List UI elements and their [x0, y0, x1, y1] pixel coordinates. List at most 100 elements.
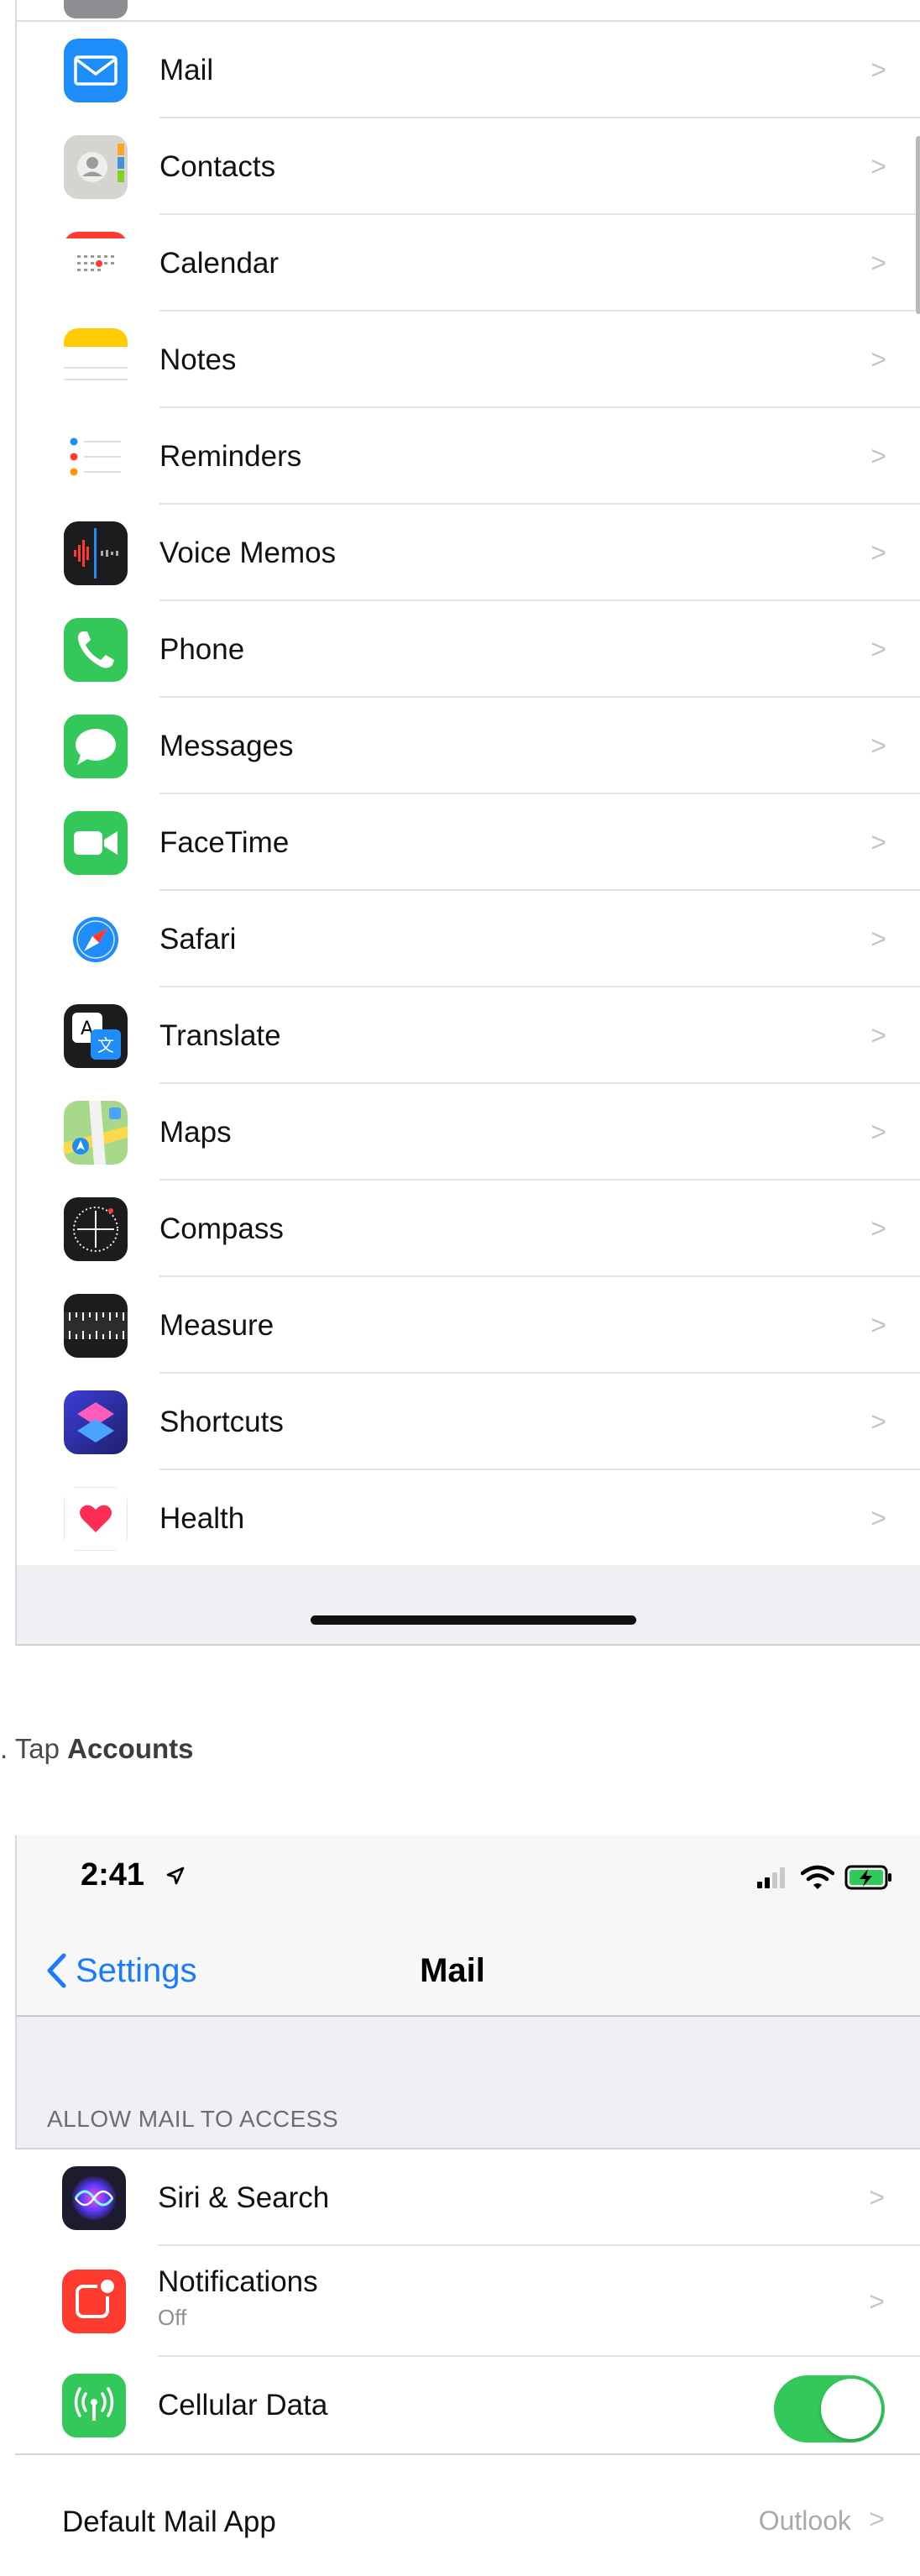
cellular-data-label: Cellular Data [158, 2389, 328, 2422]
compass-icon [64, 1197, 128, 1261]
contacts-icon [64, 135, 128, 199]
allow-access-group: Siri & Search > Notifications Off > Cell… [15, 2148, 920, 2455]
navigation-bar: Settings Mail [17, 1924, 920, 2017]
settings-row-label: Reminders [159, 440, 302, 473]
chevron-right-icon: > [870, 634, 886, 664]
default-mail-app-label: Default Mail App [62, 2505, 276, 2538]
default-mail-app-row[interactable]: Default Mail App Outlook > [15, 2453, 920, 2576]
settings-row-health[interactable]: Health > [17, 1470, 920, 1567]
settings-row-messages[interactable]: Messages > [17, 698, 920, 794]
status-time: 2:41 [81, 1857, 145, 1893]
instruction-text: . Tap Accounts [0, 1733, 193, 1765]
battery-charging-icon [844, 1865, 891, 1890]
notifications-icon [62, 2270, 126, 2333]
cellular-data-toggle[interactable] [774, 2375, 885, 2442]
translate-icon: A文 [64, 1004, 128, 1068]
facetime-icon [64, 811, 128, 875]
shortcuts-icon [64, 1390, 128, 1454]
chevron-right-icon: > [870, 1503, 886, 1533]
chevron-right-icon: > [870, 248, 886, 278]
settings-screen: Mail > Contacts > Calendar > Notes > Reminders > V… [15, 0, 920, 1646]
location-arrow-icon [166, 1867, 185, 1885]
chevron-right-icon: > [870, 1310, 886, 1340]
settings-row-translate[interactable]: A 文 Translate > [17, 987, 920, 1084]
settings-row-label: Notes [159, 343, 237, 376]
settings-row-label: Mail [159, 54, 214, 86]
settings-row-label: Phone [159, 633, 245, 666]
cellular-signal-icon [757, 1867, 785, 1888]
home-indicator[interactable] [311, 1615, 636, 1625]
list-footer [17, 1565, 920, 1644]
default-mail-app-value: Outlook [758, 2505, 851, 2536]
settings-row-label: Contacts [159, 150, 276, 183]
chevron-right-icon: > [870, 55, 886, 85]
svg-text:文: 文 [97, 1035, 114, 1055]
calendar-icon [64, 232, 128, 296]
settings-row-label: Health [159, 1502, 245, 1535]
settings-row-label: Maps [159, 1116, 232, 1149]
chevron-right-icon: > [870, 1020, 886, 1050]
chevron-right-icon: > [869, 2182, 885, 2212]
voice-memos-icon [64, 521, 128, 585]
siri-icon [62, 2166, 126, 2230]
section-header: ALLOW MAIL TO ACCESS [47, 2106, 339, 2132]
maps-icon [64, 1101, 128, 1165]
notes-icon [64, 328, 128, 392]
previous-row-stub [17, 0, 920, 22]
settings-row-contacts[interactable]: Contacts > [17, 118, 920, 215]
chevron-right-icon: > [870, 924, 886, 954]
settings-row-label: Measure [159, 1309, 274, 1342]
messages-icon [64, 715, 128, 778]
settings-row-label: Shortcuts [159, 1406, 284, 1438]
settings-row-reminders[interactable]: Reminders > [17, 408, 920, 505]
settings-row-label: Compass [159, 1212, 284, 1245]
toggle-knob [821, 2379, 881, 2439]
settings-row-facetime[interactable]: FaceTime > [17, 794, 920, 891]
settings-row-label: Voice Memos [159, 537, 337, 569]
status-bar: 2:41 [17, 1835, 920, 1924]
cellular-data-icon [62, 2374, 126, 2437]
mail-icon [64, 39, 128, 102]
siri-search-label: Siri & Search [158, 2181, 330, 2214]
chevron-right-icon: > [870, 1213, 886, 1243]
notifications-label: Notifications [158, 2265, 318, 2298]
measure-icon [64, 1294, 128, 1358]
notifications-row[interactable]: Notifications Off > [15, 2246, 920, 2357]
chevron-right-icon: > [870, 151, 886, 181]
chevron-right-icon: > [869, 2285, 885, 2317]
settings-row-voice-memos[interactable]: Voice Memos > [17, 505, 920, 601]
settings-row-label: FaceTime [159, 826, 290, 859]
settings-row-label: Messages [159, 730, 294, 762]
status-icons [757, 1861, 893, 1894]
settings-row-safari[interactable]: Safari > [17, 891, 920, 987]
settings-row-label: Safari [159, 923, 237, 956]
settings-row-shortcuts[interactable]: Shortcuts > [17, 1374, 920, 1470]
chevron-right-icon: > [870, 1117, 886, 1147]
wifi-icon [801, 1865, 834, 1889]
instruction-prefix: . Tap [0, 1733, 68, 1764]
phone-icon [64, 618, 128, 682]
health-icon [64, 1487, 128, 1551]
settings-row-maps[interactable]: Maps > [17, 1084, 920, 1181]
settings-row-mail[interactable]: Mail > [17, 22, 920, 118]
chevron-right-icon: > [870, 537, 886, 568]
chevron-right-icon: > [870, 441, 886, 471]
instruction-target: Accounts [67, 1733, 194, 1764]
settings-row-label: Translate [159, 1019, 281, 1052]
settings-row-compass[interactable]: Compass > [17, 1181, 920, 1277]
settings-row-calendar[interactable]: Calendar > [17, 215, 920, 312]
previous-row-icon [64, 0, 128, 18]
scrollbar[interactable] [916, 136, 920, 314]
cellular-data-row: Cellular Data [15, 2357, 920, 2453]
settings-row-notes[interactable]: Notes > [17, 312, 920, 408]
chevron-right-icon: > [870, 344, 886, 374]
settings-row-label: Calendar [159, 247, 280, 280]
settings-row-phone[interactable]: Phone > [17, 601, 920, 698]
settings-row-measure[interactable]: Measure > [17, 1277, 920, 1374]
chevron-right-icon: > [870, 730, 886, 761]
page-title: Mail [420, 1952, 485, 1989]
reminders-icon [64, 425, 128, 489]
safari-icon [64, 908, 128, 971]
siri-search-row[interactable]: Siri & Search > [15, 2149, 920, 2246]
notifications-status: Off [158, 2305, 187, 2330]
